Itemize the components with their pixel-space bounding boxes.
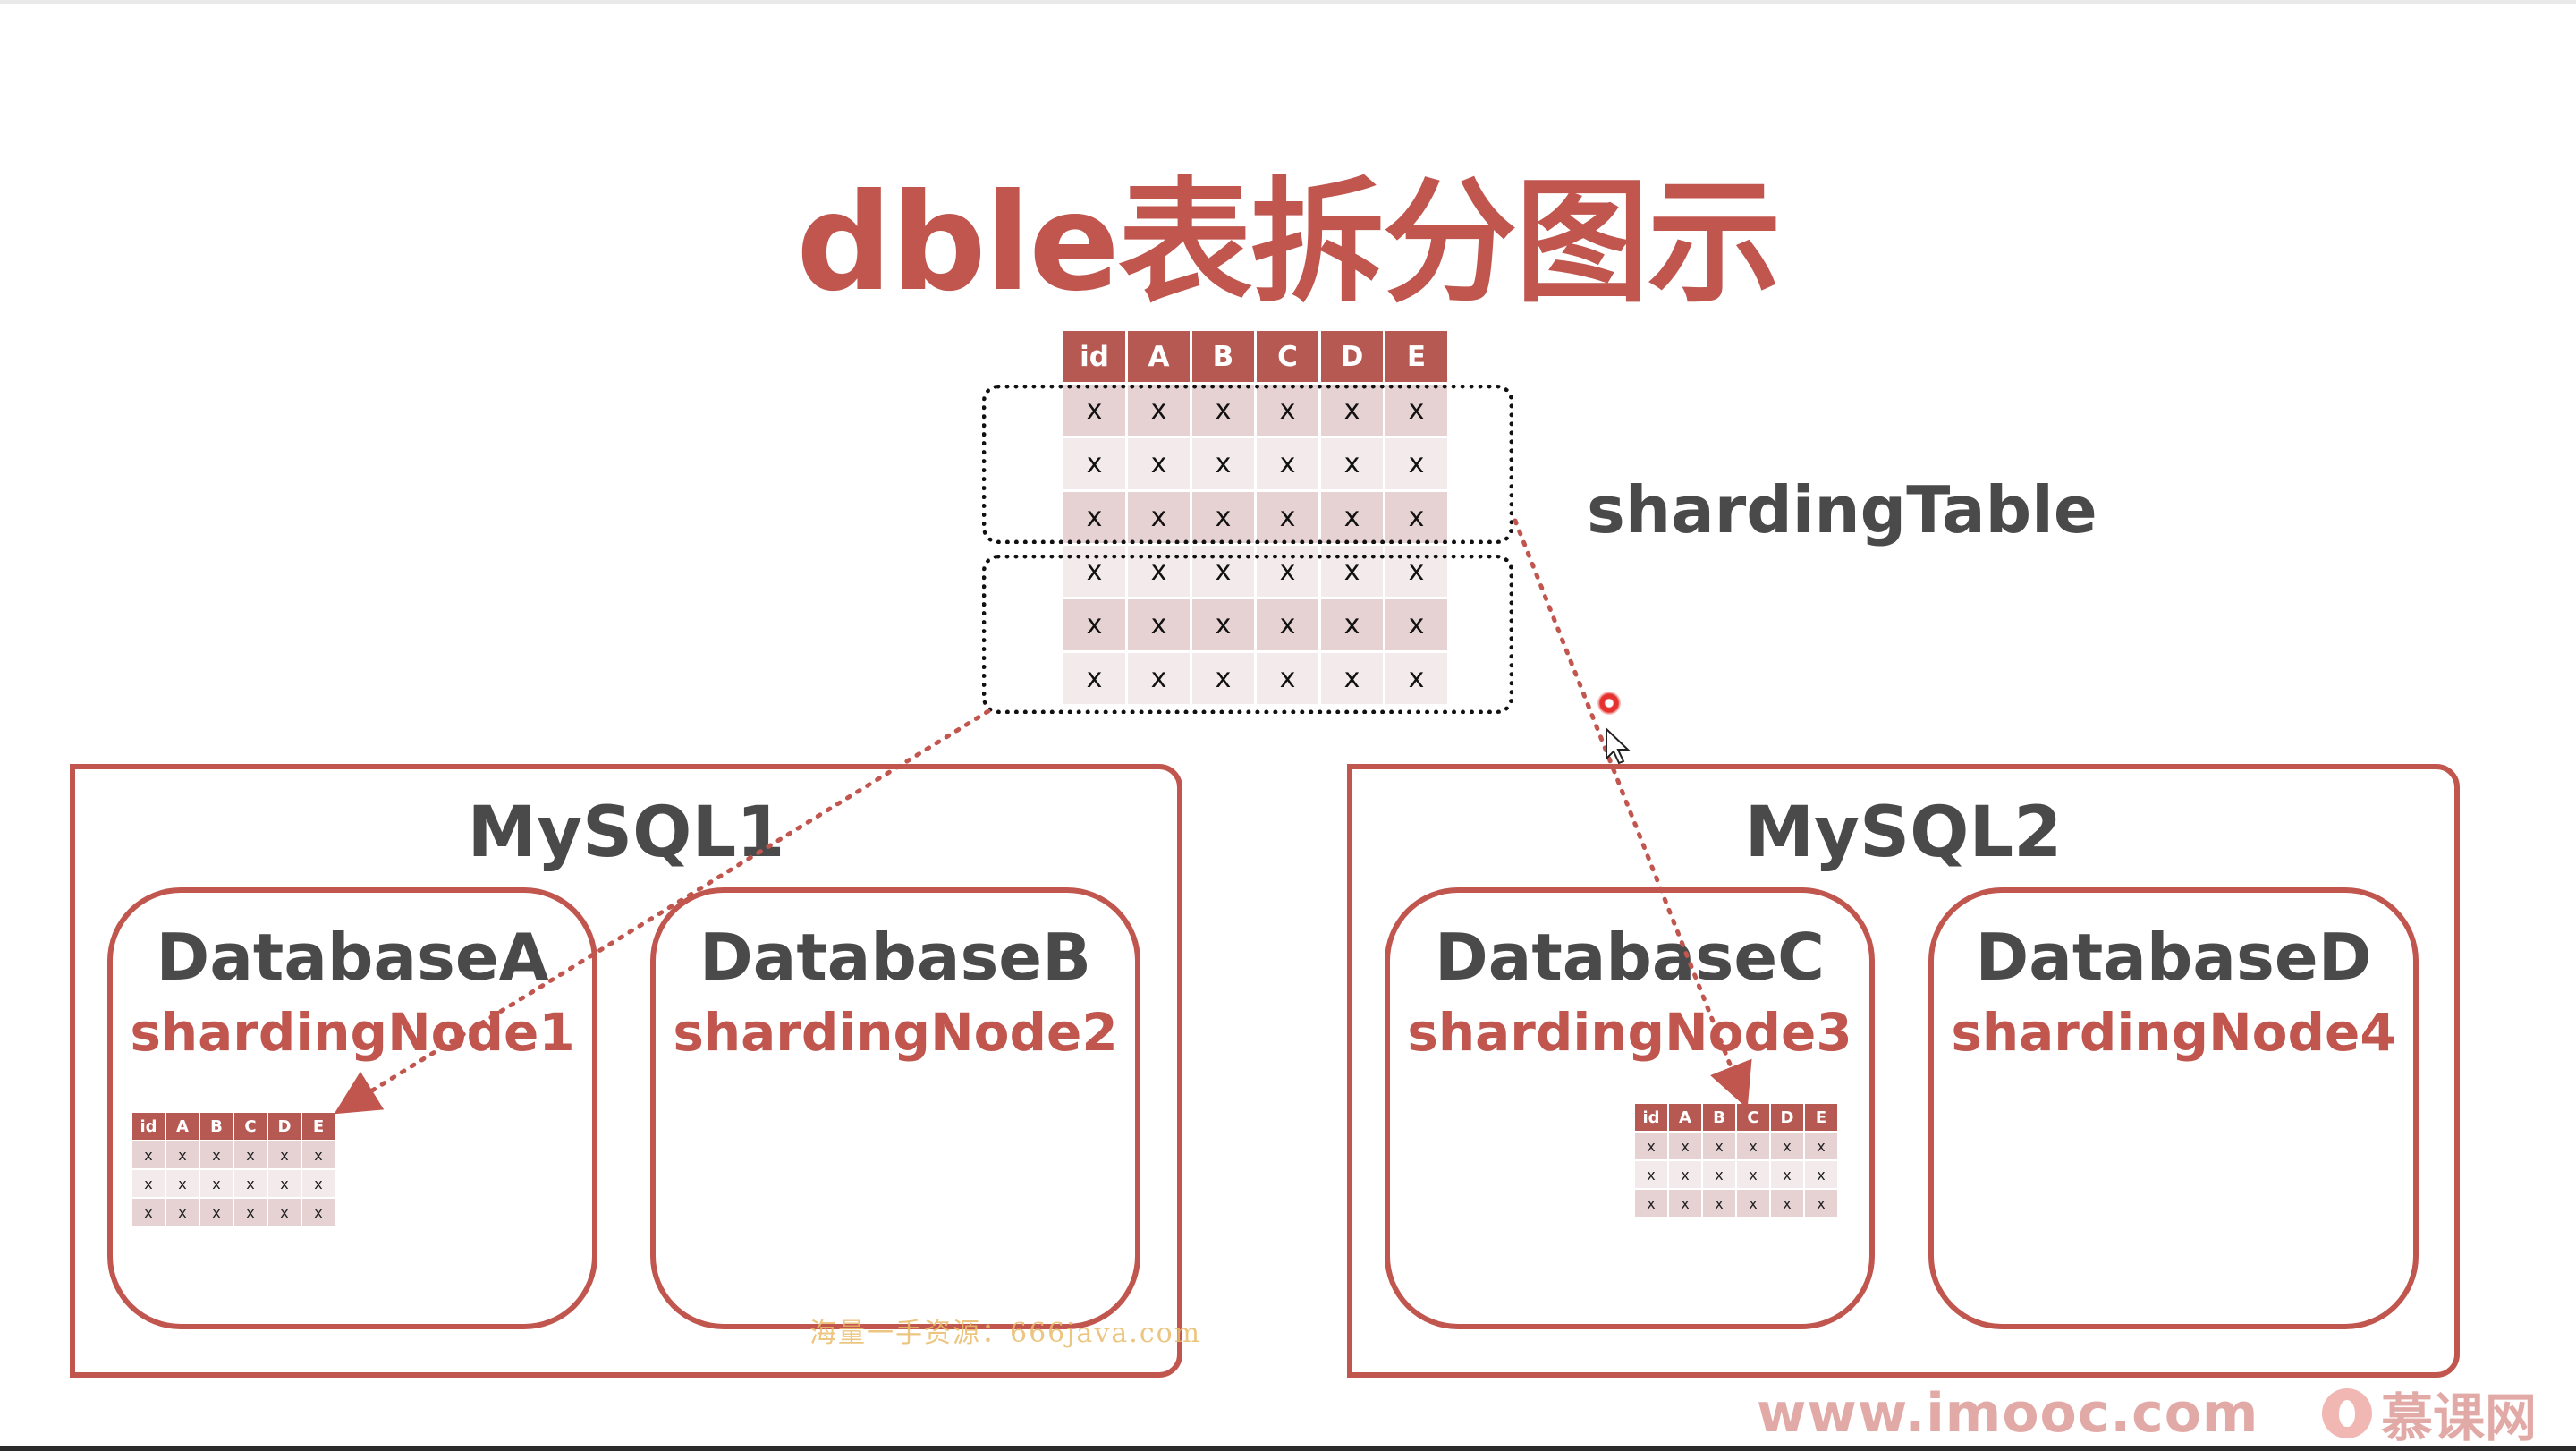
table-cell: x [165, 1140, 200, 1170]
sharding-node-label: shardingNode1 [130, 1002, 575, 1063]
table-cell: x [1633, 1159, 1669, 1190]
shard-group-2-outline [982, 555, 1513, 714]
column-header: D [1318, 328, 1385, 385]
table-cell: x [1769, 1159, 1805, 1190]
brand-logo: 慕课网 [2322, 1382, 2537, 1448]
laser-pointer-icon [1597, 692, 1621, 715]
site-url: www.imooc.com [1757, 1382, 2259, 1445]
sharding-node-label: shardingNode3 [1407, 1002, 1852, 1063]
table-cell: x [199, 1197, 234, 1227]
table-row: xxxxxx [1633, 1188, 1839, 1218]
database-name: DatabaseC [1434, 920, 1825, 995]
table-cell: x [1803, 1188, 1839, 1218]
table-cell: x [1735, 1188, 1771, 1218]
shard-table-node1: id A B C D E xxxxxxxxxxxxxxxxxx [131, 1111, 336, 1227]
table-cell: x [131, 1168, 166, 1199]
table-cell: x [1735, 1131, 1771, 1161]
column-header: E [301, 1111, 336, 1141]
top-frame-border [0, 0, 2576, 4]
column-header: D [267, 1111, 302, 1141]
database-a: DatabaseA shardingNode1 [107, 887, 597, 1329]
sharding-node-label: shardingNode2 [673, 1002, 1118, 1063]
table-cell: x [199, 1168, 234, 1199]
brand-name: 慕课网 [2381, 1387, 2538, 1448]
column-header: C [1254, 328, 1321, 385]
column-header: A [165, 1111, 200, 1141]
database-name: DatabaseD [1975, 920, 2372, 995]
mini-table-header-row: id A B C D E [131, 1111, 336, 1141]
sharding-table-header-row: id A B C D E [1061, 328, 1450, 385]
table-cell: x [131, 1140, 166, 1170]
table-cell: x [1633, 1131, 1669, 1161]
table-cell: x [1701, 1131, 1737, 1161]
table-cell: x [267, 1197, 302, 1227]
database-name: DatabaseA [156, 920, 549, 995]
table-row: xxxxxx [1633, 1131, 1839, 1161]
database-name: DatabaseB [699, 920, 1092, 995]
column-header: A [1125, 328, 1192, 385]
bottom-frame-border [0, 1446, 2576, 1451]
table-cell: x [233, 1140, 268, 1170]
column-header: id [1061, 328, 1128, 385]
flame-icon [2322, 1388, 2372, 1438]
table-cell: x [267, 1168, 302, 1199]
table-row: xxxxxx [131, 1197, 336, 1227]
column-header: D [1769, 1102, 1805, 1133]
table-cell: x [1735, 1159, 1771, 1190]
table-cell: x [267, 1140, 302, 1170]
mini-table-header-row: id A B C D E [1633, 1102, 1839, 1133]
column-header: id [1633, 1102, 1669, 1133]
table-cell: x [1769, 1188, 1805, 1218]
table-cell: x [1803, 1131, 1839, 1161]
sharding-node-label: shardingNode4 [1951, 1002, 2396, 1063]
table-row: xxxxxx [131, 1140, 336, 1170]
slide-title: dble表拆分图示 [796, 165, 1782, 321]
table-cell: x [1667, 1159, 1703, 1190]
server-title: MySQL2 [1744, 793, 2063, 873]
column-header: B [1190, 328, 1257, 385]
database-d: DatabaseD shardingNode4 [1928, 887, 2419, 1329]
watermark-text: 海量一手资源：666java.com [809, 1318, 1202, 1349]
column-header: B [199, 1111, 234, 1141]
table-cell: x [199, 1140, 234, 1170]
shard-table-node3: id A B C D E xxxxxxxxxxxxxxxxxx [1633, 1102, 1839, 1218]
table-cell: x [1667, 1188, 1703, 1218]
table-cell: x [1633, 1188, 1669, 1218]
column-header: A [1667, 1102, 1703, 1133]
table-cell: x [165, 1168, 200, 1199]
database-b: DatabaseB shardingNode2 [650, 887, 1140, 1329]
table-cell: x [1769, 1131, 1805, 1161]
column-header: C [1735, 1102, 1771, 1133]
table-cell: x [1667, 1131, 1703, 1161]
table-cell: x [301, 1140, 336, 1170]
table-cell: x [301, 1168, 336, 1199]
table-row: xxxxxx [131, 1168, 336, 1199]
shard-group-1-outline [982, 385, 1513, 544]
column-header: E [1383, 328, 1450, 385]
column-header: B [1701, 1102, 1737, 1133]
table-cell: x [1803, 1159, 1839, 1190]
column-header: C [233, 1111, 268, 1141]
column-header: id [131, 1111, 166, 1141]
sharding-table-label: shardingTable [1587, 472, 2097, 547]
cursor-icon [1606, 726, 1631, 765]
column-header: E [1803, 1102, 1839, 1133]
server-title: MySQL1 [467, 793, 785, 873]
table-cell: x [301, 1197, 336, 1227]
table-cell: x [233, 1168, 268, 1199]
table-cell: x [131, 1197, 166, 1227]
table-cell: x [1701, 1188, 1737, 1218]
table-cell: x [165, 1197, 200, 1227]
table-cell: x [1701, 1159, 1737, 1190]
table-row: xxxxxx [1633, 1159, 1839, 1190]
table-cell: x [233, 1197, 268, 1227]
